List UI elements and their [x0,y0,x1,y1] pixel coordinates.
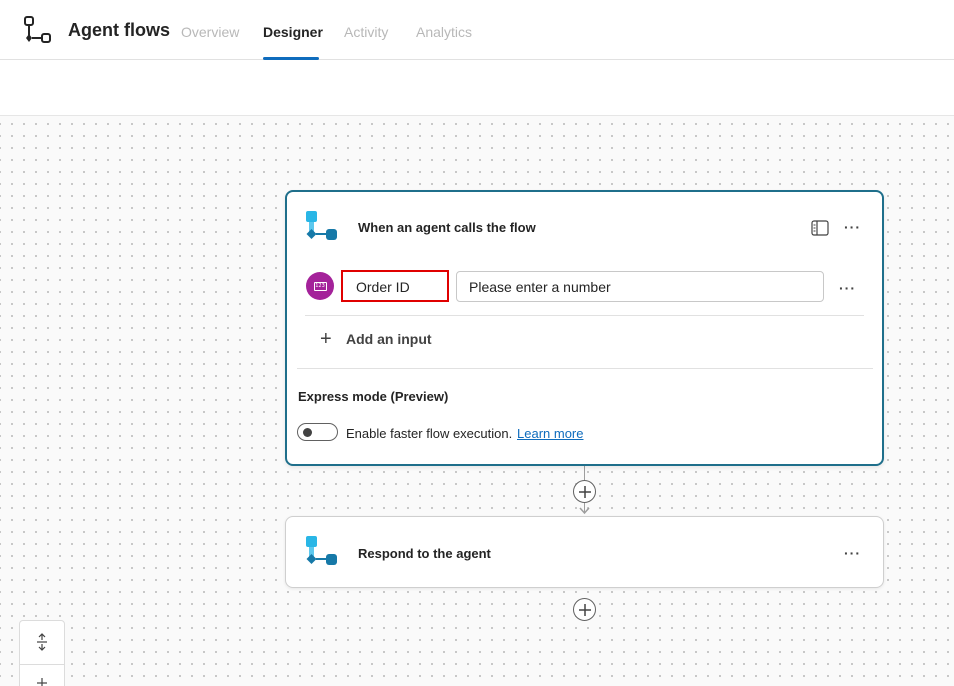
more-options-icon[interactable]: ··· [844,546,861,560]
flow-icon [24,16,51,43]
input-more-options-icon[interactable]: ··· [839,281,856,295]
add-step-button-bottom[interactable] [573,598,596,621]
panel-icon[interactable] [811,220,829,236]
input-name-field[interactable]: Order ID [341,270,449,302]
fit-view-icon[interactable] [35,633,49,651]
canvas-controls [19,620,65,686]
express-mode-toggle-label: Enable faster flow execution. [346,426,513,441]
agent-flow-icon [306,211,337,240]
tab-activity[interactable]: Activity [344,24,388,40]
toggle-knob [303,428,312,437]
number-type-icon: 123 [306,272,334,300]
express-mode-toggle[interactable] [297,423,338,441]
divider [20,664,64,665]
respond-card[interactable]: Respond to the agent ··· [285,516,884,588]
plus-icon [578,603,591,616]
tab-analytics[interactable]: Analytics [416,24,472,40]
tab-designer[interactable]: Designer [263,24,323,40]
divider [297,368,873,369]
zoom-in-icon[interactable] [36,677,48,686]
add-input-button[interactable]: + Add an input [320,328,432,350]
command-bar [0,60,954,116]
trigger-title: When an agent calls the flow [358,220,536,235]
add-step-button[interactable] [573,480,596,503]
connector-line [584,466,585,480]
learn-more-link[interactable]: Learn more [517,426,583,441]
trigger-card[interactable]: When an agent calls the flow ··· 123 Ord… [285,190,884,466]
arrow-down-icon [579,507,590,515]
respond-title: Respond to the agent [358,546,491,561]
divider [305,315,864,316]
add-input-label: Add an input [346,331,432,347]
agent-flow-icon [306,536,337,565]
plus-icon [578,485,591,498]
tab-overview[interactable]: Overview [181,24,239,40]
app-title: Agent flows [68,20,170,40]
more-options-icon[interactable]: ··· [844,220,861,234]
app-header: Agent flows Overview Designer Activity A… [0,0,954,60]
plus-icon: + [320,328,332,350]
express-mode-title: Express mode (Preview) [298,389,449,404]
input-value-field[interactable]: Please enter a number [456,271,824,302]
